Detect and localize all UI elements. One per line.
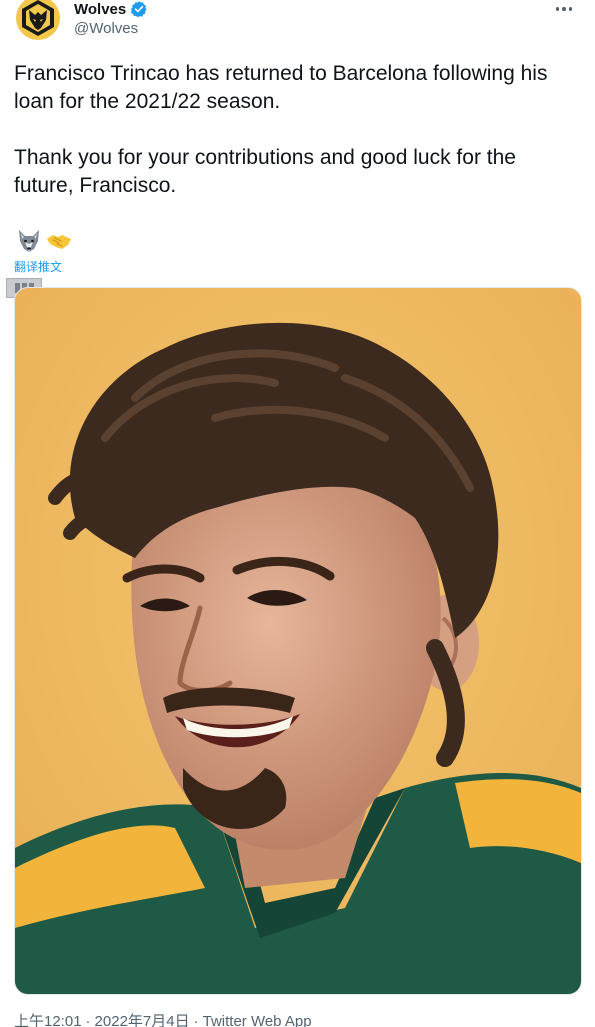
separator-dot: · (193, 1013, 199, 1027)
separator-dot: · (85, 1013, 91, 1027)
author-handle[interactable]: @Wolves (74, 20, 138, 37)
author-avatar[interactable] (16, 0, 60, 40)
wolf-emoji-icon (19, 230, 39, 252)
tweet-card: Wolves @Wolves Francisco Trincao has ret… (0, 0, 595, 1027)
tweet-paragraph: Thank you for your contributions and goo… (14, 146, 516, 197)
tweet-timestamp[interactable]: 上午12:01 · 2022年7月4日 · Twitter Web App (14, 1010, 312, 1027)
handshake-emoji-icon (47, 235, 71, 249)
tweet-text: Francisco Trincao has returned to Barcel… (14, 60, 579, 200)
player-photo-image (15, 288, 581, 994)
tweet-source: Twitter Web App (202, 1013, 312, 1027)
author-name-text: Wolves (74, 0, 127, 18)
more-dot-icon (568, 7, 573, 11)
author-name[interactable]: Wolves (74, 0, 148, 18)
more-dot-icon (555, 7, 560, 11)
translate-tweet-link[interactable]: 翻译推文 (14, 258, 62, 275)
tweet-paragraph: Francisco Trincao has returned to Barcel… (14, 62, 548, 113)
tweet-date: 2022年7月4日 (94, 1013, 190, 1027)
more-dot-icon (562, 7, 566, 11)
emoji-row (16, 228, 72, 254)
tweet-photo[interactable] (14, 287, 582, 995)
verified-badge-icon (131, 1, 147, 18)
tweet-time: 上午12:01 (14, 1013, 82, 1027)
wolves-logo-icon (22, 0, 54, 36)
more-options-button[interactable] (549, 0, 579, 20)
